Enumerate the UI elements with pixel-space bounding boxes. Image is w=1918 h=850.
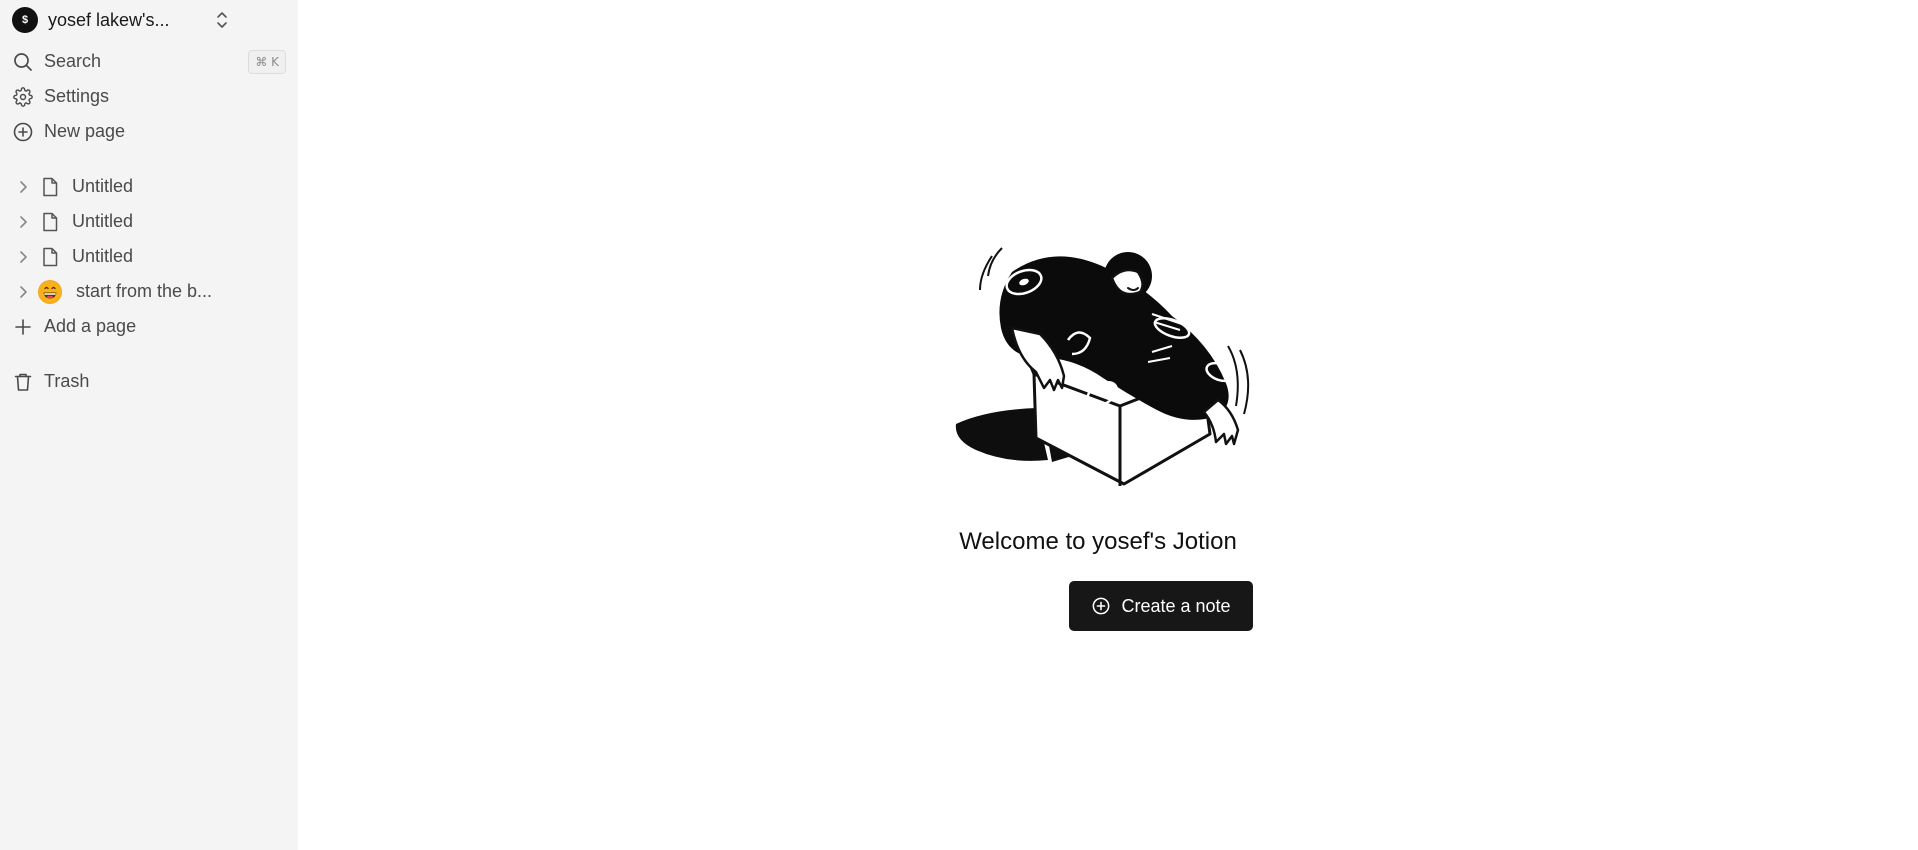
page-item[interactable]: Untitled — [0, 169, 298, 204]
plus-circle-icon — [12, 121, 34, 143]
chevron-right-icon[interactable] — [14, 248, 32, 266]
grinning-emoji-icon — [38, 279, 62, 304]
page-item-label: Untitled — [72, 246, 134, 266]
create-note-label: Create a note — [1121, 595, 1231, 616]
document-icon — [40, 212, 60, 232]
workspace-avatar: $ — [12, 7, 38, 33]
page-item-label: Untitled — [72, 211, 134, 231]
plus-circle-icon — [1091, 596, 1111, 616]
trash-icon — [12, 371, 34, 393]
add-page-button[interactable]: Add a page — [0, 309, 298, 344]
page-item-label: start from the b... — [76, 281, 213, 301]
document-icon — [40, 177, 60, 197]
search-shortcut-badge: ⌘ K — [248, 49, 286, 74]
page-item-label: Untitled — [72, 176, 134, 196]
add-page-label: Add a page — [44, 316, 137, 336]
search-label: Search — [44, 51, 102, 71]
page-list: Untitled Untitled Untitled start from th… — [0, 169, 298, 344]
search-button[interactable]: Search ⌘ K — [0, 44, 298, 79]
chevron-right-icon[interactable] — [14, 178, 32, 196]
page-item[interactable]: start from the b... — [0, 274, 298, 309]
create-note-button[interactable]: Create a note — [1069, 581, 1253, 631]
workspace-name: yosef lakew's... — [48, 9, 170, 30]
trash-button[interactable]: Trash — [0, 364, 298, 399]
settings-button[interactable]: Settings — [0, 79, 298, 114]
gear-icon — [12, 86, 34, 108]
search-icon — [12, 51, 34, 73]
sidebar-nav: Search ⌘ K Settings New page — [0, 44, 298, 149]
app-root: $ yosef lakew's... Search ⌘ K Settings N… — [0, 0, 1918, 850]
new-page-label: New page — [44, 121, 126, 141]
chevrons-up-down-icon — [214, 10, 230, 30]
page-item[interactable]: Untitled — [0, 204, 298, 239]
welcome-heading: Welcome to yosef's Jotion — [959, 528, 1237, 555]
page-item[interactable]: Untitled — [0, 239, 298, 274]
empty-state-illustration — [952, 242, 1262, 488]
sidebar: $ yosef lakew's... Search ⌘ K Settings N… — [0, 0, 298, 850]
new-page-button[interactable]: New page — [0, 114, 298, 149]
plus-icon — [12, 316, 34, 338]
main-content: Welcome to yosef's Jotion Create a note — [298, 0, 1918, 850]
trash-section: Trash — [0, 364, 298, 399]
workspace-switcher[interactable]: $ yosef lakew's... — [0, 0, 298, 40]
trash-label: Trash — [44, 371, 90, 391]
settings-label: Settings — [44, 86, 110, 106]
document-icon — [40, 247, 60, 267]
workspace-avatar-text: $ — [21, 14, 29, 26]
chevron-right-icon[interactable] — [14, 283, 32, 301]
chevron-right-icon[interactable] — [14, 213, 32, 231]
